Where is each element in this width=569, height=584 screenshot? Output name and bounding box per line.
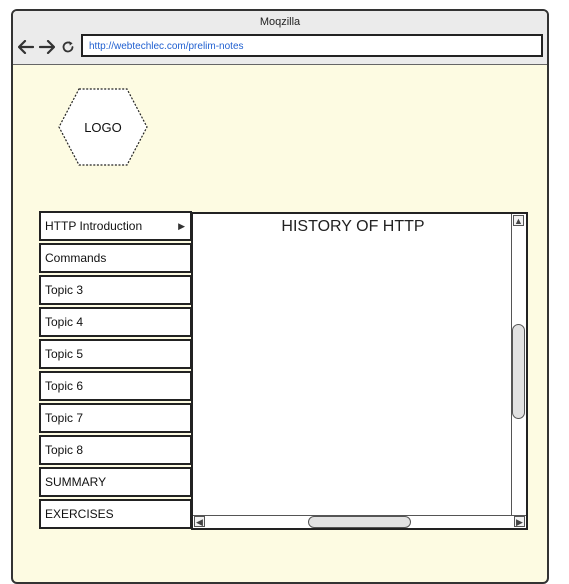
menu-item-label: Topic 5 xyxy=(45,347,84,361)
menu-item-topic-5[interactable]: Topic 5 xyxy=(39,339,192,369)
horizontal-scrollbar[interactable]: ◀ ▶ xyxy=(193,515,526,528)
browser-toolbar: Moqzilla http://webtechlec.com/prelim-no… xyxy=(13,11,547,65)
menu-item-topic-4[interactable]: Topic 4 xyxy=(39,307,192,337)
menu-item-label: SUMMARY xyxy=(45,475,107,489)
scroll-right-arrow-icon[interactable]: ▶ xyxy=(514,516,525,527)
arrow-right-icon xyxy=(39,40,55,54)
scroll-left-arrow-icon[interactable]: ◀ xyxy=(194,516,205,527)
menu-item-exercises[interactable]: EXERCISES xyxy=(39,499,192,529)
menu-item-label: Commands xyxy=(45,251,107,265)
url-input[interactable]: http://webtechlec.com/prelim-notes xyxy=(81,34,543,57)
menu-item-label: EXERCISES xyxy=(45,507,114,521)
menu-item-label: Topic 6 xyxy=(45,379,84,393)
forward-button[interactable] xyxy=(38,38,56,56)
topic-menu: HTTP Introduction ▶ Commands Topic 3 Top… xyxy=(39,211,192,531)
reload-button[interactable] xyxy=(59,38,77,56)
logo-label: LOGO xyxy=(84,119,122,135)
window-title: Moqzilla xyxy=(259,16,301,28)
menu-item-label: Topic 4 xyxy=(45,315,84,329)
menu-item-topic-6[interactable]: Topic 6 xyxy=(39,371,192,401)
reload-icon xyxy=(62,41,74,53)
menu-item-label: Topic 7 xyxy=(45,411,84,425)
menu-item-topic-3[interactable]: Topic 3 xyxy=(39,275,192,305)
menu-item-topic-8[interactable]: Topic 8 xyxy=(39,435,192,465)
scroll-up-arrow-icon[interactable]: ▲ xyxy=(513,215,524,226)
horizontal-scroll-thumb[interactable] xyxy=(308,516,411,528)
arrow-left-icon xyxy=(18,40,34,54)
back-button[interactable] xyxy=(17,38,35,56)
menu-item-commands[interactable]: Commands xyxy=(39,243,192,273)
content-panel: HISTORY OF HTTP ▲ ◀ ▶ xyxy=(191,212,528,530)
browser-window: Moqzilla http://webtechlec.com/prelim-no… xyxy=(11,9,549,584)
vertical-scroll-thumb[interactable] xyxy=(512,324,525,419)
menu-item-summary[interactable]: SUMMARY xyxy=(39,467,192,497)
menu-item-http-introduction[interactable]: HTTP Introduction ▶ xyxy=(39,211,192,241)
menu-item-label: Topic 3 xyxy=(45,283,84,297)
menu-item-label: Topic 8 xyxy=(45,443,84,457)
menu-item-label: HTTP Introduction xyxy=(45,219,143,233)
submenu-arrow-icon: ▶ xyxy=(178,221,185,231)
content-title: HISTORY OF HTTP xyxy=(281,218,425,235)
menu-item-topic-7[interactable]: Topic 7 xyxy=(39,403,192,433)
logo: LOGO xyxy=(57,87,149,167)
vertical-scrollbar[interactable]: ▲ xyxy=(511,214,526,516)
